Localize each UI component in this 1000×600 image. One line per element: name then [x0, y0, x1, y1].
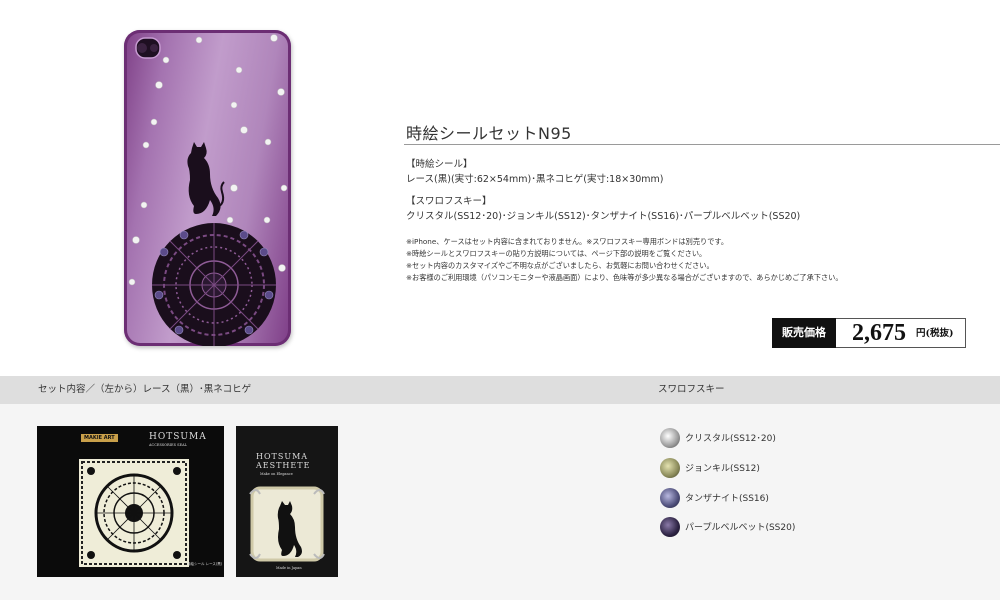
- swarovski-detail: クリスタル(SS12･20)･ジョンキル(SS12)･タンザナイト(SS16)･…: [406, 211, 801, 222]
- title-divider: [404, 144, 1000, 145]
- swarovski-item-label: クリスタル(SS12･20): [685, 434, 776, 444]
- case-decoration-svg: [128, 34, 288, 346]
- package-brand: HOTSUMA: [149, 432, 207, 442]
- note-line: ※セット内容のカスタマイズやご不明な点がございましたら、お気軽にお問い合わせくだ…: [406, 261, 714, 270]
- lace-seal-sheet: [79, 459, 189, 567]
- lace-seal-package: MAKIE ART HOTSUMA ACCESSORIES SEAL 時絵シール…: [37, 426, 224, 577]
- cat-seal-sheet: [249, 486, 325, 562]
- purple-velvet-gem-icon: [660, 517, 680, 537]
- package-brand: HOTSUMA: [256, 452, 309, 461]
- package-subtitle: ACCESSORIES SEAL: [149, 443, 187, 447]
- set-contents-heading: セット内容／（左から）レース（黒）･黒ネコヒゲ: [38, 384, 252, 395]
- swarovski-item-label: パープルベルベット(SS20): [685, 523, 796, 533]
- price-unit: 円(税抜): [916, 328, 954, 339]
- price-label: 販売価格: [772, 318, 836, 348]
- cat-seal-package: HOTSUMA AESTHETE Make on Elegance Made i…: [236, 426, 338, 577]
- note-line: ※お客様のご利用環境（パソコンモニターや液晶画面）により、色味等が多少異なる場合…: [406, 273, 843, 282]
- seal-detail: レース(黒)(実寸:62×54mm)･黒ネコヒゲ(実寸:18×30mm): [406, 174, 664, 185]
- crystal-gem-icon: [660, 428, 680, 448]
- package-badge: MAKIE ART: [81, 434, 118, 442]
- tanzanite-gem-icon: [660, 488, 680, 508]
- swarovski-item-label: タンザナイト(SS16): [685, 494, 769, 504]
- flash-dot: [150, 44, 158, 52]
- jonquil-gem-icon: [660, 458, 680, 478]
- product-title: 時絵シールセットN95: [406, 124, 572, 143]
- swarovski-heading: 【スワロフスキー】: [406, 196, 492, 207]
- swarovski-item-label: ジョンキル(SS12): [685, 464, 760, 474]
- lace-doily: [152, 223, 276, 346]
- swarovski-section-heading: スワロフスキー: [658, 384, 725, 395]
- price-value: 2,675: [852, 320, 906, 346]
- package-subtitle: Make on Elegance: [260, 472, 293, 476]
- cat-silhouette: [187, 142, 225, 216]
- note-line: ※時絵シールとスワロフスキーの貼り方説明については、ページ下部の説明をご覧くださ…: [406, 249, 707, 258]
- phone-case-image: [124, 30, 291, 346]
- camera-lens: [137, 43, 147, 53]
- package-brand-line2: AESTHETE: [256, 461, 311, 470]
- package-footer: Made in Japan: [276, 566, 302, 570]
- seal-heading: 【時絵シール】: [406, 159, 473, 170]
- package-footer: 時絵シール レース(黒): [187, 562, 223, 566]
- note-line: ※iPhone、ケースはセット内容に含まれておりません。※スワロフスキー専用ボン…: [406, 237, 729, 246]
